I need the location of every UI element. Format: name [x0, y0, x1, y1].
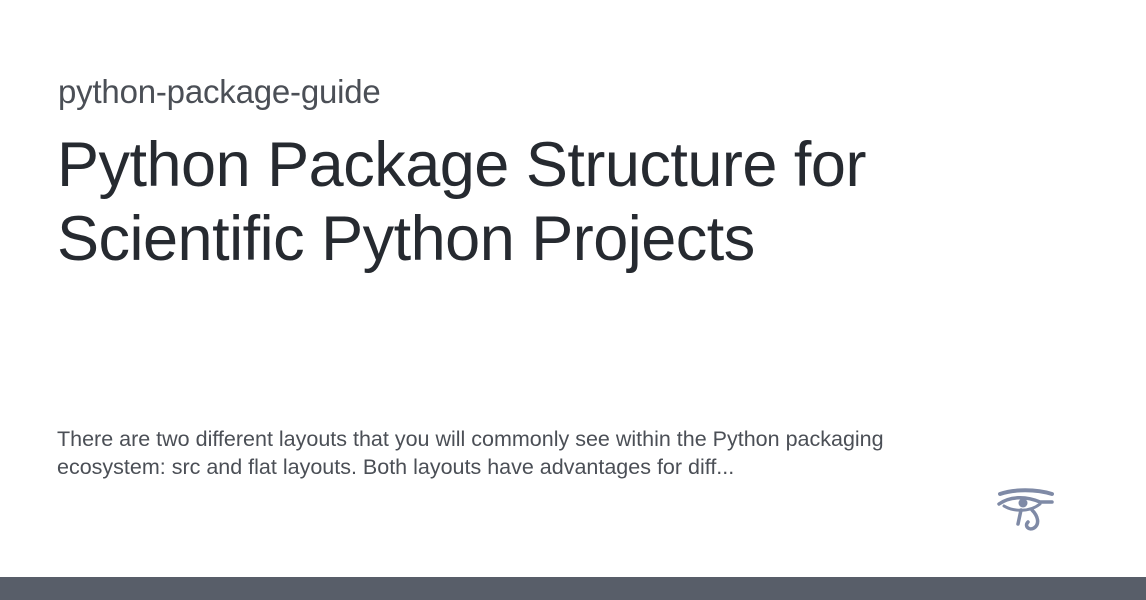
site-name: python-package-guide	[58, 73, 381, 110]
social-preview-card: python-package-guide Python Package Stru…	[0, 0, 1146, 600]
bottom-bar	[0, 577, 1146, 600]
page-title: Python Package Structure for Scientific …	[57, 130, 866, 274]
eye-of-horus-icon	[997, 488, 1054, 531]
page-description: There are two different layouts that you…	[57, 427, 884, 479]
